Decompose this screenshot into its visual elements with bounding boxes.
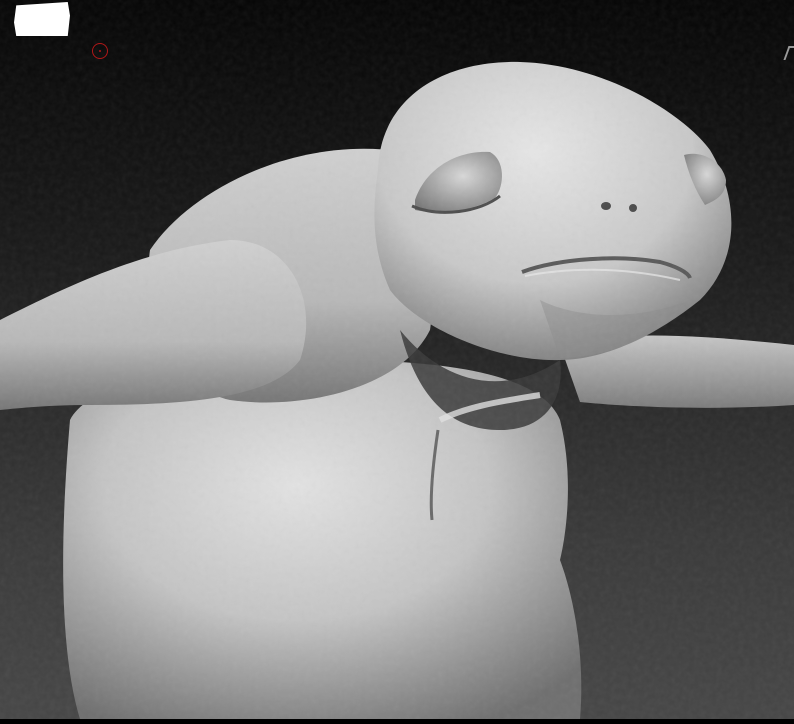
viewport-bottom-border — [0, 719, 794, 724]
brush-cursor-icon — [92, 43, 108, 59]
sculpt-viewport[interactable] — [0, 0, 794, 724]
sculpt-model[interactable] — [0, 0, 794, 724]
canvas-thumbnail[interactable] — [14, 2, 70, 36]
